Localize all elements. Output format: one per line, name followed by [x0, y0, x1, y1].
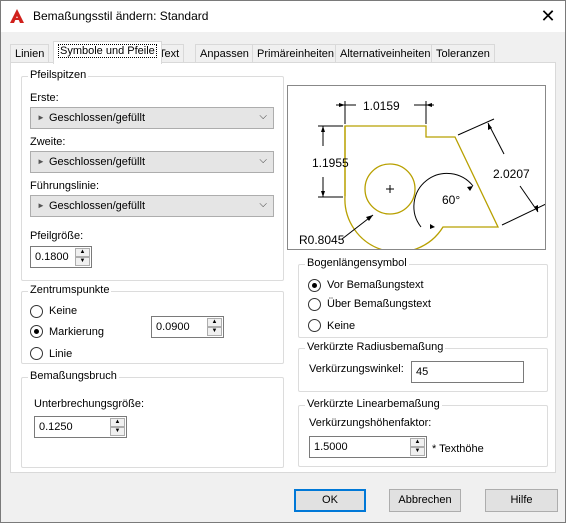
- tab-content: Pfeilspitzen Erste: ► Geschlossen/gefüll…: [10, 62, 556, 473]
- jog-radius-title: Verkürzte Radiusbemaßung: [305, 341, 446, 353]
- autocad-logo-icon: [10, 9, 24, 23]
- spin-down-icon[interactable]: ▼: [207, 327, 222, 336]
- arrowhead-icon: ►: [37, 201, 45, 210]
- center-size-stepper[interactable]: 0.0900 ▲ ▼: [151, 316, 224, 338]
- first-arrow-label: Erste:: [30, 92, 59, 104]
- center-marks-group: Zentrumspunkte Keine Markierung Linie 0.…: [21, 284, 284, 364]
- arc-none-label: Keine: [327, 320, 356, 332]
- jog-factor-value: 1.5000: [314, 441, 348, 453]
- arrowhead-icon: ►: [37, 157, 45, 166]
- tab-label: Alternativeinheiten: [340, 48, 431, 60]
- preview-dim-top: 1.0159: [363, 99, 400, 113]
- jog-factor-stepper[interactable]: 1.5000 ▲ ▼: [309, 436, 427, 458]
- cancel-button[interactable]: Abbrechen: [389, 489, 461, 512]
- preview-dim-diag: 2.0207: [493, 167, 530, 181]
- spin-up-icon[interactable]: ▲: [410, 438, 425, 447]
- tab-primaereinheiten[interactable]: Primäreinheiten: [252, 44, 340, 63]
- spin-up-icon[interactable]: ▲: [110, 418, 125, 427]
- leader-arrow-label: Führungslinie:: [30, 180, 100, 192]
- spin-down-icon[interactable]: ▼: [110, 427, 125, 436]
- dialog-window: Bemaßungsstil ändern: Standard ✕ Linien …: [0, 0, 566, 523]
- jog-factor-label: Verkürzungshöhenfaktor:: [309, 417, 432, 429]
- arrowhead-icon: ►: [37, 113, 45, 122]
- arrow-size-stepper[interactable]: 0.1800 ▲ ▼: [30, 246, 92, 268]
- window-title: Bemaßungsstil ändern: Standard: [33, 9, 209, 23]
- tab-label: Primäreinheiten: [257, 48, 335, 60]
- jog-angle-input[interactable]: 45: [411, 361, 524, 383]
- close-icon[interactable]: ✕: [535, 4, 561, 28]
- stepper-buttons: ▲ ▼: [110, 418, 125, 436]
- tab-label: Text: [159, 48, 180, 60]
- arc-before-radio[interactable]: [308, 279, 321, 292]
- center-none-label: Keine: [49, 305, 78, 317]
- stepper-buttons: ▲ ▼: [410, 438, 425, 456]
- spin-up-icon[interactable]: ▲: [207, 318, 222, 327]
- center-mark-radio[interactable]: [30, 325, 43, 338]
- arc-above-radio[interactable]: [308, 298, 321, 311]
- second-arrow-select[interactable]: ► Geschlossen/gefüllt ⌵: [30, 151, 274, 173]
- center-line-label: Linie: [49, 348, 73, 360]
- jog-angle-value: 45: [416, 366, 429, 378]
- preview-part-outline: [344, 125, 500, 249]
- preview-drawing: 1.0159 1.1955 2.0207 60° R0.8045: [299, 99, 545, 249]
- leader-arrow-select[interactable]: ► Geschlossen/gefüllt ⌵: [30, 195, 274, 217]
- tab-label: Symbole und Pfeile: [58, 44, 157, 58]
- leader-arrow-value: Geschlossen/gefüllt: [49, 200, 145, 212]
- title-bar: Bemaßungsstil ändern: Standard ✕: [1, 1, 565, 32]
- chevron-down-icon: ⌵: [259, 199, 267, 210]
- tab-symbole-und-pfeile[interactable]: Symbole und Pfeile: [53, 41, 162, 64]
- help-button[interactable]: Hilfe: [485, 489, 558, 512]
- second-arrow-value: Geschlossen/gefüllt: [49, 156, 145, 168]
- break-size-stepper[interactable]: 0.1250 ▲ ▼: [34, 416, 127, 438]
- arrowheads-title: Pfeilspitzen: [28, 69, 89, 81]
- tab-label: Linien: [15, 48, 45, 60]
- tab-anpassen[interactable]: Anpassen: [195, 44, 254, 63]
- arc-length-title: Bogenlängensymbol: [305, 257, 409, 269]
- second-arrow-label: Zweite:: [30, 136, 66, 148]
- jog-factor-suffix: * Texthöhe: [432, 443, 484, 455]
- ok-button[interactable]: OK: [294, 489, 366, 512]
- spin-down-icon[interactable]: ▼: [75, 257, 90, 266]
- first-arrow-select[interactable]: ► Geschlossen/gefüllt ⌵: [30, 107, 274, 129]
- jog-angle-label: Verkürzungswinkel:: [309, 363, 404, 375]
- chevron-down-icon: ⌵: [259, 155, 267, 166]
- spin-down-icon[interactable]: ▼: [410, 447, 425, 456]
- arc-above-label: Über Bemaßungstext: [327, 298, 431, 310]
- arrow-size-value: 0.1800: [35, 251, 69, 263]
- tab-label: Toleranzen: [436, 48, 490, 60]
- first-arrow-value: Geschlossen/gefüllt: [49, 112, 145, 124]
- jog-linear-title: Verkürzte Linearbemaßung: [305, 398, 442, 410]
- jog-linear-group: Verkürzte Linearbemaßung Verkürzungshöhe…: [298, 398, 548, 467]
- arrow-size-label: Pfeilgröße:: [30, 230, 84, 242]
- center-size-value: 0.0900: [156, 321, 190, 333]
- preview-dim-left: 1.1955: [312, 156, 349, 170]
- dim-break-title: Bemaßungsbruch: [28, 370, 119, 382]
- break-size-label: Unterbrechungsgröße:: [34, 398, 145, 410]
- stepper-buttons: ▲ ▼: [207, 318, 222, 336]
- stepper-buttons: ▲ ▼: [75, 248, 90, 266]
- spin-up-icon[interactable]: ▲: [75, 248, 90, 257]
- jog-radius-group: Verkürzte Radiusbemaßung Verkürzungswink…: [298, 341, 548, 392]
- break-size-value: 0.1250: [39, 421, 73, 433]
- dim-break-group: Bemaßungsbruch Unterbrechungsgröße: 0.12…: [21, 370, 284, 468]
- tab-linien[interactable]: Linien: [10, 44, 50, 63]
- center-mark-label: Markierung: [49, 326, 105, 338]
- center-none-radio[interactable]: [30, 305, 43, 318]
- tab-label: Anpassen: [200, 48, 249, 60]
- tab-alternativeinheiten[interactable]: Alternativeinheiten: [335, 44, 436, 63]
- preview-dim-angle: 60°: [442, 193, 460, 207]
- arc-none-radio[interactable]: [308, 319, 321, 332]
- arc-before-label: Vor Bemaßungstext: [327, 279, 424, 291]
- dimension-preview: 1.0159 1.1955 2.0207 60° R0.8045: [287, 85, 546, 250]
- preview-dim-radius: R0.8045: [299, 233, 345, 247]
- center-line-radio[interactable]: [30, 347, 43, 360]
- center-marks-title: Zentrumspunkte: [28, 284, 112, 296]
- chevron-down-icon: ⌵: [259, 111, 267, 122]
- arc-length-group: Bogenlängensymbol Vor Bemaßungstext Über…: [298, 257, 548, 338]
- arrowheads-group: Pfeilspitzen Erste: ► Geschlossen/gefüll…: [21, 69, 284, 281]
- tab-toleranzen[interactable]: Toleranzen: [431, 44, 495, 63]
